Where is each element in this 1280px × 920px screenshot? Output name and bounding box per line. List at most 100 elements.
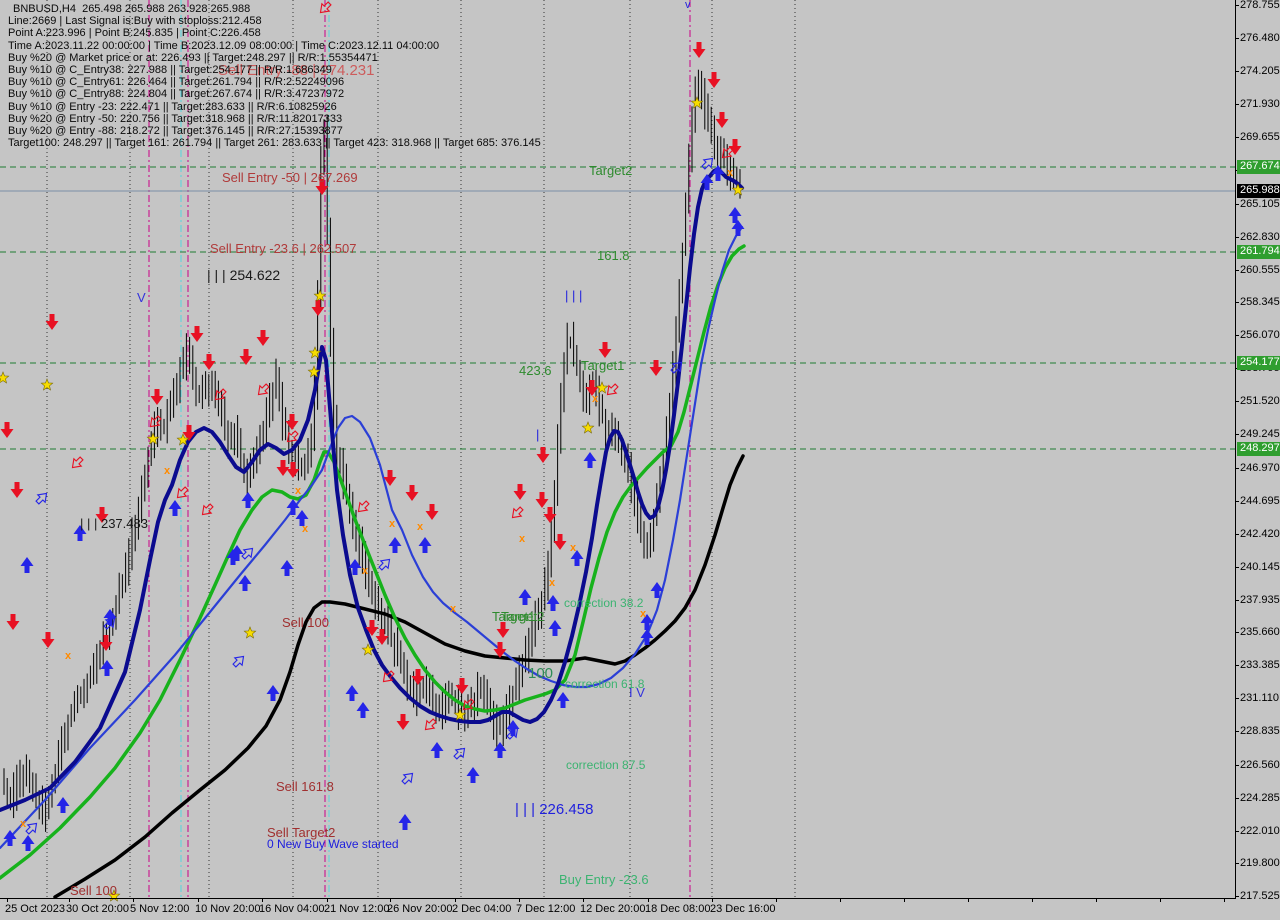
sell-arrow-icon bbox=[203, 354, 216, 370]
sell-arrow-icon bbox=[514, 484, 527, 500]
buy-arrow-icon bbox=[519, 589, 532, 605]
time-tick bbox=[69, 898, 70, 902]
price-tick bbox=[1235, 401, 1239, 402]
price-tick bbox=[1235, 434, 1239, 435]
time-label: 16 Nov 04:00 bbox=[259, 903, 324, 915]
buy-arrow-icon bbox=[267, 685, 280, 701]
buy-arrow-icon bbox=[346, 685, 359, 701]
hollow-up-arrow-icon bbox=[452, 745, 468, 761]
chart-annotation: correction 61.8 bbox=[565, 678, 644, 690]
hollow-down-arrow-icon bbox=[509, 505, 525, 521]
time-tick bbox=[648, 898, 649, 902]
chart-annotation: Sell Entry -50 | 267.269 bbox=[222, 171, 358, 184]
hollow-down-arrow-icon bbox=[355, 499, 371, 515]
price-label: 260.555 bbox=[1240, 265, 1280, 276]
sell-arrow-icon bbox=[708, 72, 721, 88]
ma-medium-line bbox=[0, 227, 742, 848]
price-tick bbox=[1235, 632, 1239, 633]
chart-annotation: Sell Entry -23.6 | 262.507 bbox=[210, 242, 356, 255]
chart-annotation: Target2 bbox=[589, 164, 632, 177]
time-tick bbox=[262, 898, 263, 902]
info-line: Time A:2023.11.22 00:00:00 | Time B:2023… bbox=[8, 40, 541, 52]
chart-annotation: 0 New Buy Wave started bbox=[267, 838, 399, 850]
time-tick bbox=[133, 898, 134, 902]
price-tick bbox=[1235, 765, 1239, 766]
buy-arrow-icon bbox=[281, 560, 294, 576]
target-price-badge: 254.177 bbox=[1237, 356, 1280, 370]
time-tick bbox=[7, 898, 8, 902]
time-tick bbox=[583, 898, 584, 902]
cross-icon: x bbox=[65, 650, 72, 662]
sell-arrow-icon bbox=[277, 460, 290, 476]
sell-arrow-icon bbox=[100, 635, 113, 651]
cross-icon: x bbox=[727, 167, 734, 179]
chart-annotation: correction 87.5 bbox=[566, 759, 645, 771]
price-label: 246.970 bbox=[1240, 463, 1280, 474]
time-label: 23 Dec 16:00 bbox=[710, 903, 775, 915]
sell-arrow-icon bbox=[599, 342, 612, 358]
price-label: 278.755 bbox=[1240, 0, 1280, 11]
buy-arrow-icon bbox=[557, 692, 570, 708]
price-tick bbox=[1235, 104, 1239, 105]
chart-annotation: 100 bbox=[528, 666, 553, 681]
buy-arrow-icon bbox=[584, 452, 597, 468]
sell-arrow-icon bbox=[456, 678, 469, 694]
hollow-down-arrow-icon bbox=[212, 387, 228, 403]
time-tick bbox=[390, 898, 391, 902]
sell-arrow-icon bbox=[191, 326, 204, 342]
time-tick bbox=[840, 898, 841, 902]
time-label: 25 Oct 2023 bbox=[5, 903, 65, 915]
chart-annotation: Sell 161.8 bbox=[276, 780, 334, 793]
sell-arrow-icon bbox=[426, 504, 439, 520]
hollow-up-arrow-icon bbox=[377, 556, 393, 572]
cross-icon: x bbox=[417, 521, 424, 533]
hollow-up-arrow-icon bbox=[34, 490, 50, 506]
chart-annotation: | | | 237.483 bbox=[80, 517, 148, 530]
price-tick bbox=[1235, 798, 1239, 799]
time-tick bbox=[198, 898, 199, 902]
price-tick bbox=[1235, 137, 1239, 138]
price-tick bbox=[1235, 698, 1239, 699]
price-label: 249.245 bbox=[1240, 429, 1280, 440]
time-tick bbox=[712, 898, 713, 902]
time-tick bbox=[1032, 898, 1033, 902]
chart-annotation: | bbox=[536, 428, 539, 441]
info-line: BNBUSD,H4 265.498 265.988 263.928 265.98… bbox=[8, 3, 541, 15]
chart-annotation: | | | bbox=[565, 289, 582, 302]
chart-annotation: Sell 100 bbox=[70, 884, 117, 897]
chart-annotation: | | | 254.622 bbox=[207, 268, 280, 282]
ma-slow-line bbox=[0, 246, 744, 878]
chart-annotation: | | | 226.458 bbox=[515, 802, 593, 817]
price-tick bbox=[1235, 302, 1239, 303]
price-tick bbox=[1235, 5, 1239, 6]
sell-arrow-icon bbox=[151, 389, 164, 405]
price-tick bbox=[1235, 600, 1239, 601]
cross-icon: x bbox=[570, 542, 577, 554]
sell-arrow-icon bbox=[1, 422, 14, 438]
info-line: Target100: 248.297 || Target 161: 261.79… bbox=[8, 137, 541, 149]
price-label: 256.070 bbox=[1240, 330, 1280, 341]
sell-arrow-icon bbox=[497, 622, 510, 638]
price-tick bbox=[1235, 567, 1239, 568]
time-tick bbox=[904, 898, 905, 902]
price-tick bbox=[1235, 665, 1239, 666]
info-line: Buy %10 @ C_Entry38: 227.988 || Target:2… bbox=[8, 64, 541, 76]
hollow-up-arrow-icon bbox=[700, 155, 716, 171]
price-label: 222.010 bbox=[1240, 826, 1280, 837]
cross-icon: x bbox=[302, 523, 309, 535]
sell-arrow-icon bbox=[650, 360, 663, 376]
price-tick bbox=[1235, 468, 1239, 469]
buy-arrow-icon bbox=[239, 575, 252, 591]
current-price-badge: 265.988 bbox=[1237, 184, 1280, 198]
chart-annotation: Target1 bbox=[581, 359, 624, 372]
price-tick bbox=[1235, 534, 1239, 535]
price-tick bbox=[1235, 38, 1239, 39]
target-price-badge: 248.297 bbox=[1237, 442, 1280, 456]
chart-annotation: Target2 bbox=[501, 610, 544, 623]
sell-arrow-icon bbox=[397, 714, 410, 730]
price-label: 224.285 bbox=[1240, 793, 1280, 804]
info-line: Buy %10 @ C_Entry88: 224.804 || Target:2… bbox=[8, 88, 541, 100]
buy-arrow-icon bbox=[389, 537, 402, 553]
price-tick bbox=[1235, 831, 1239, 832]
time-tick bbox=[519, 898, 520, 902]
